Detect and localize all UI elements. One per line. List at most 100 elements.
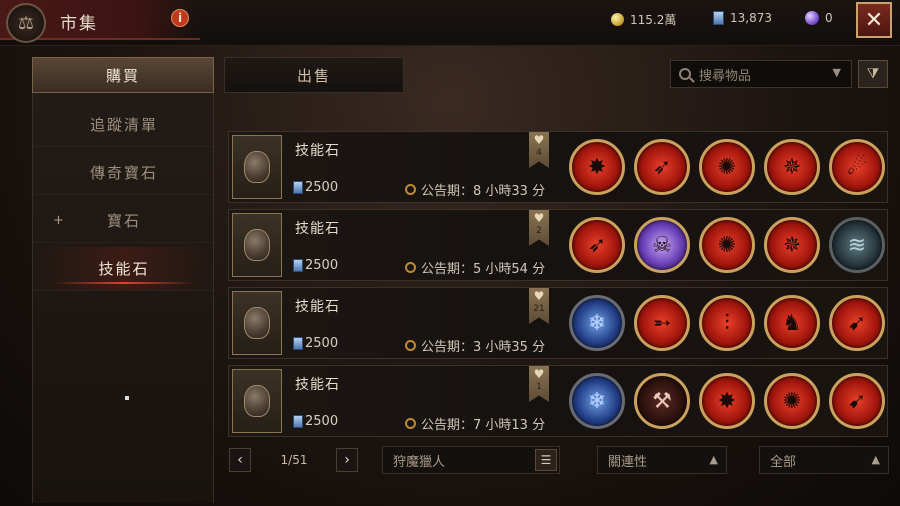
item-name: 技能石 bbox=[295, 143, 340, 159]
listing-row[interactable]: 技能石 2500 公告期：8 小時33 分 ♥ 4 ✸ ➶ ✺ ✵ ☄ bbox=[228, 131, 888, 203]
scroll-currency: 13,873 bbox=[713, 11, 772, 25]
skill-stone-thumbnail[interactable] bbox=[232, 213, 282, 277]
item-name: 技能石 bbox=[295, 377, 340, 393]
item-price: 2500 bbox=[293, 414, 338, 429]
orb-amount: 0 bbox=[825, 11, 833, 25]
gold-amount: 115.2萬 bbox=[630, 13, 677, 27]
frenzy-icon[interactable]: ✵ bbox=[764, 217, 820, 273]
orb-currency: 0 bbox=[805, 11, 833, 25]
search-icon bbox=[679, 68, 691, 80]
sort-dropdown[interactable]: 關連性 ▲ bbox=[597, 446, 727, 474]
search-placeholder: 搜尋物品 bbox=[699, 68, 752, 84]
timer-text: 公告期：8 小時33 分 bbox=[421, 184, 546, 199]
listing-row[interactable]: 技能石 2500 公告期：7 小時13 分 ♥ 1 ❄ ⚒ ✸ ✺ ➹ bbox=[228, 365, 888, 437]
scroll-icon bbox=[293, 415, 303, 428]
war-axe-icon[interactable]: ⚒ bbox=[634, 373, 690, 429]
page-title: 市集 bbox=[60, 14, 98, 34]
favorite-bookmark[interactable]: ♥ 2 bbox=[529, 210, 549, 246]
scope-value: 全部 bbox=[770, 454, 797, 470]
scroll-icon bbox=[293, 337, 303, 350]
sidebar-item-label: 技能石 bbox=[98, 260, 150, 278]
cleave-icon[interactable]: ☄ bbox=[829, 139, 885, 195]
class-list-icon[interactable]: ☰ bbox=[535, 449, 557, 471]
prev-page-button[interactable]: ‹ bbox=[229, 448, 251, 472]
caret-up-icon: ▲ bbox=[871, 453, 880, 466]
frost-nova-icon[interactable]: ❄ bbox=[569, 373, 625, 429]
scroll-amount: 13,873 bbox=[730, 11, 772, 25]
tab-buy[interactable]: 購買 bbox=[32, 57, 214, 93]
favorite-count: 1 bbox=[536, 382, 542, 392]
skill-stone-icon bbox=[244, 229, 270, 261]
listing-timer: 公告期：8 小時33 分 bbox=[405, 180, 545, 199]
next-page-button[interactable]: › bbox=[336, 448, 358, 472]
hooded-figure-icon[interactable]: ♞ bbox=[764, 295, 820, 351]
filter-icon: ⧩ bbox=[866, 66, 880, 82]
close-button[interactable]: ✕ bbox=[856, 2, 892, 38]
cursor-icon bbox=[125, 396, 129, 400]
skill-stone-icon bbox=[244, 307, 270, 339]
shadow-skull-icon[interactable]: ☠ bbox=[634, 217, 690, 273]
scroll-icon bbox=[293, 259, 303, 272]
claw-marks-icon[interactable]: ≋ bbox=[829, 217, 885, 273]
skill-stone-thumbnail[interactable] bbox=[232, 369, 282, 433]
search-input[interactable]: 搜尋物品 ▼ bbox=[670, 60, 852, 88]
whirlwind-icon[interactable]: ✸ bbox=[569, 139, 625, 195]
shrapnel-burst-icon[interactable]: ✺ bbox=[699, 217, 755, 273]
favorite-bookmark[interactable]: ♥ 1 bbox=[529, 366, 549, 402]
scroll-icon bbox=[293, 181, 303, 194]
heart-icon: ♥ bbox=[533, 133, 545, 147]
purple-orb-icon bbox=[805, 11, 819, 25]
item-price: 2500 bbox=[293, 336, 338, 351]
favorite-count: 4 bbox=[536, 148, 542, 158]
chevron-down-icon[interactable]: ▼ bbox=[833, 66, 841, 79]
skill-stone-thumbnail[interactable] bbox=[232, 291, 282, 355]
heart-icon: ♥ bbox=[533, 289, 545, 303]
skill-list: ❄ ⚒ ✸ ✺ ➹ bbox=[569, 373, 885, 429]
frenzy-icon[interactable]: ✵ bbox=[764, 139, 820, 195]
arrow-strike-icon[interactable]: ➹ bbox=[829, 295, 885, 351]
price-value: 2500 bbox=[305, 180, 339, 195]
arrow-strike-icon[interactable]: ➹ bbox=[829, 373, 885, 429]
favorite-bookmark[interactable]: ♥ 4 bbox=[529, 132, 549, 168]
gold-currency: 115.2萬 bbox=[611, 11, 676, 28]
expand-plus-icon[interactable]: + bbox=[53, 213, 66, 228]
filter-button[interactable]: ⧩ bbox=[858, 60, 888, 88]
page-indicator: 1/51 bbox=[280, 453, 308, 467]
frost-nova-icon[interactable]: ❄ bbox=[569, 295, 625, 351]
favorite-bookmark[interactable]: ♥ 21 bbox=[529, 288, 549, 324]
clock-icon bbox=[405, 184, 416, 195]
listing-row[interactable]: 技能石 2500 公告期：5 小時54 分 ♥ 2 ➶ ☠ ✺ ✵ ≋ bbox=[228, 209, 888, 281]
skill-stone-thumbnail[interactable] bbox=[232, 135, 282, 199]
sidebar-item-watchlist[interactable]: 追蹤清單 bbox=[33, 103, 215, 147]
class-filter-dropdown[interactable]: 狩魔獵人 bbox=[382, 446, 560, 474]
price-value: 2500 bbox=[305, 258, 339, 273]
shrapnel-burst-icon[interactable]: ✺ bbox=[699, 139, 755, 195]
sidebar-item-gems[interactable]: + 寶石 bbox=[33, 199, 215, 243]
whirlwind-icon[interactable]: ✸ bbox=[699, 373, 755, 429]
favorite-count: 21 bbox=[533, 304, 545, 314]
skill-stone-icon bbox=[244, 151, 270, 183]
info-button[interactable]: i bbox=[171, 9, 189, 27]
listing-row[interactable]: 技能石 2500 公告期：3 小時35 分 ♥ 21 ❄ ➵ ⫶ ♞ ➹ bbox=[228, 287, 888, 359]
sidebar-item-label: 傳奇寶石 bbox=[89, 164, 158, 182]
clock-icon bbox=[405, 418, 416, 429]
category-sidebar: 追蹤清單 傳奇寶石 + 寶石 技能石 bbox=[32, 93, 215, 503]
scope-dropdown[interactable]: 全部 ▲ bbox=[759, 446, 889, 474]
scales-emblem-icon: ⚖ bbox=[6, 3, 46, 43]
shrapnel-burst-icon[interactable]: ✺ bbox=[764, 373, 820, 429]
favorite-count: 2 bbox=[536, 226, 542, 236]
tab-sell[interactable]: 出售 bbox=[224, 57, 404, 93]
leap-strike-icon[interactable]: ➶ bbox=[569, 217, 625, 273]
leap-strike-icon[interactable]: ➶ bbox=[634, 139, 690, 195]
sidebar-item-skill-stones[interactable]: 技能石 bbox=[33, 247, 215, 291]
sidebar-item-legendary-gems[interactable]: 傳奇寶石 bbox=[33, 151, 215, 195]
listing-timer: 公告期：5 小時54 分 bbox=[405, 258, 545, 277]
timer-text: 公告期：3 小時35 分 bbox=[421, 340, 546, 355]
spear-throw-icon[interactable]: ➵ bbox=[634, 295, 690, 351]
blade-rain-icon[interactable]: ⫶ bbox=[699, 295, 755, 351]
item-price: 2500 bbox=[293, 180, 338, 195]
sidebar-item-label: 追蹤清單 bbox=[89, 116, 158, 134]
heart-icon: ♥ bbox=[533, 211, 545, 225]
item-name: 技能石 bbox=[295, 299, 340, 315]
skill-list: ➶ ☠ ✺ ✵ ≋ bbox=[569, 217, 885, 273]
